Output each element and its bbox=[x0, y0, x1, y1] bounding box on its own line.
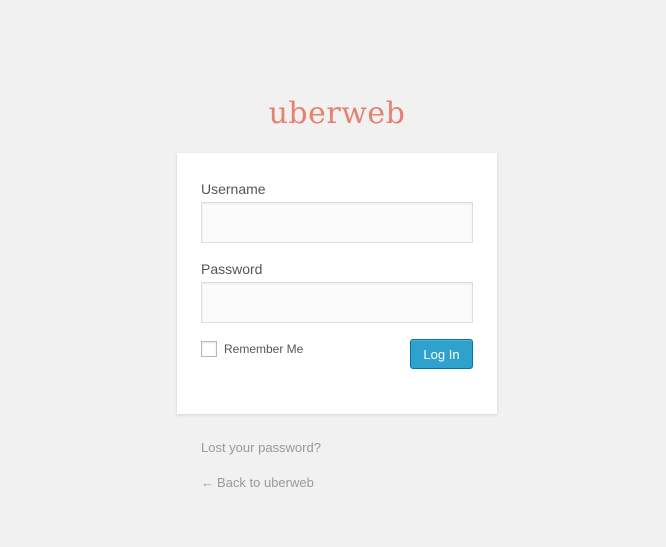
login-button[interactable]: Log In bbox=[410, 339, 473, 369]
lost-password-link[interactable]: Lost your password? bbox=[201, 440, 321, 455]
site-logo[interactable]: uberweb bbox=[0, 96, 666, 131]
username-input[interactable] bbox=[201, 202, 473, 243]
password-label: Password bbox=[201, 261, 263, 277]
remember-me-checkbox[interactable] bbox=[201, 341, 217, 357]
remember-me[interactable]: Remember Me bbox=[201, 341, 303, 357]
remember-me-label[interactable]: Remember Me bbox=[224, 342, 303, 356]
back-to-site-label: Back to uberweb bbox=[217, 475, 314, 490]
password-input[interactable] bbox=[201, 282, 473, 323]
back-to-site-link[interactable]: ← Back to uberweb bbox=[201, 475, 314, 490]
username-label: Username bbox=[201, 181, 266, 197]
back-arrow-icon: ← bbox=[201, 475, 214, 490]
login-form: Username Password Remember Me Log In bbox=[177, 153, 497, 414]
